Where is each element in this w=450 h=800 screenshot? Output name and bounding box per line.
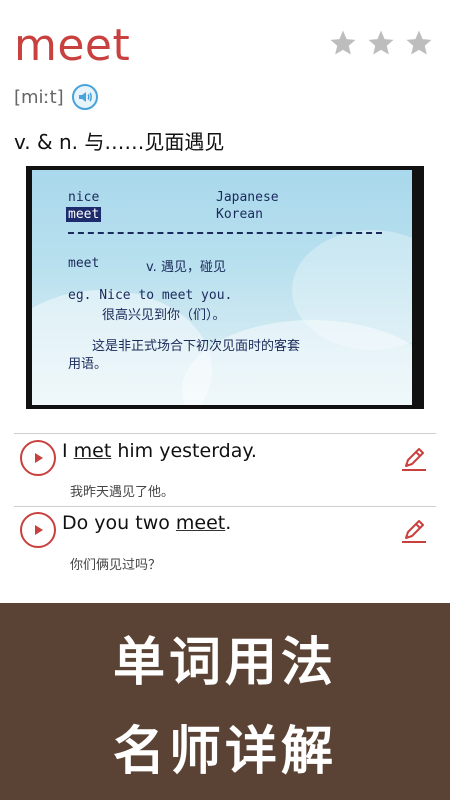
word-title: meet bbox=[14, 20, 131, 71]
sentence-part: him yesterday. bbox=[111, 440, 257, 462]
slide-example-cn: 很高兴见到你（们）。 bbox=[102, 308, 226, 323]
sentence-part: Do you two bbox=[62, 512, 176, 534]
lesson-video[interactable]: nice Japanese meet Korean meet v. 遇见，碰见 … bbox=[26, 166, 424, 409]
banner-line-2: 名师详解 bbox=[112, 721, 337, 782]
example-translation: 我昨天遇见了他。 bbox=[70, 485, 175, 500]
speaker-icon[interactable] bbox=[71, 84, 98, 110]
example-item: I met him yesterday. 我昨天遇见了他。 bbox=[14, 436, 436, 504]
sentence-part: I bbox=[62, 440, 74, 462]
slide-entry-word: meet bbox=[68, 256, 100, 271]
sentence-part: . bbox=[225, 512, 232, 534]
video-slide: nice Japanese meet Korean meet v. 遇见，碰见 … bbox=[32, 170, 412, 405]
slide-entry-pos: v. 遇见，碰见 bbox=[146, 260, 226, 275]
slide-note-line2: 用语。 bbox=[68, 357, 108, 372]
definition-text: v. & n. 与……见面遇见 bbox=[14, 130, 225, 154]
slide-note-line1: 这是非正式场合下初次见面时的客套 bbox=[92, 339, 301, 354]
play-icon[interactable] bbox=[20, 440, 56, 476]
play-icon[interactable] bbox=[20, 512, 56, 548]
slide-divider bbox=[68, 232, 382, 234]
slide-word-nice: nice bbox=[68, 190, 100, 205]
promo-banner: 单词用法 名师详解 bbox=[0, 603, 450, 800]
edit-icon[interactable] bbox=[398, 514, 430, 546]
phonetic-text: [miːt] bbox=[14, 86, 64, 108]
star-icon[interactable] bbox=[366, 28, 396, 58]
star-icon[interactable] bbox=[328, 28, 358, 58]
example-sentence: Do you two meet. bbox=[62, 512, 231, 534]
banner-line-1: 单词用法 bbox=[112, 632, 337, 693]
star-icon[interactable] bbox=[404, 28, 434, 58]
phonetic-row: [miːt] bbox=[14, 84, 98, 110]
example-sentence: I met him yesterday. bbox=[62, 440, 257, 462]
slide-word-korean: Korean bbox=[216, 207, 263, 222]
sentence-keyword: meet bbox=[175, 512, 226, 534]
edit-icon[interactable] bbox=[398, 442, 430, 474]
slide-example-en: eg. Nice to meet you. bbox=[68, 288, 233, 303]
sentence-keyword: met bbox=[73, 440, 112, 462]
example-translation: 你们俩见过吗？ bbox=[70, 558, 162, 573]
slide-word-japanese: Japanese bbox=[216, 190, 279, 205]
example-item: Do you two meet. 你们俩见过吗？ bbox=[14, 508, 436, 578]
rating-stars[interactable] bbox=[328, 28, 434, 58]
divider bbox=[14, 433, 436, 434]
slide-word-meet-highlight: meet bbox=[66, 207, 102, 222]
divider bbox=[14, 506, 436, 507]
